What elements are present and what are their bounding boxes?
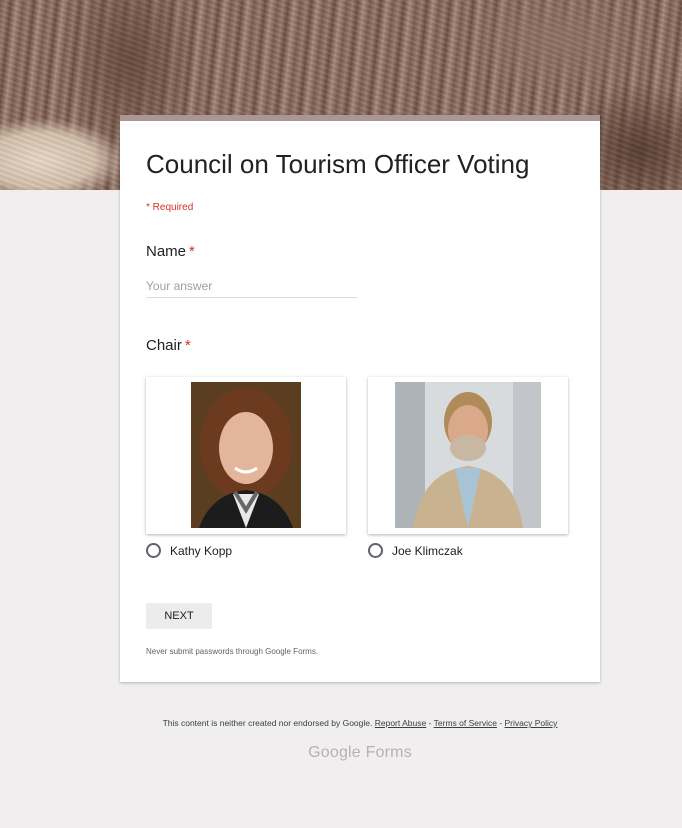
form-title: Council on Tourism Officer Voting xyxy=(146,149,530,179)
portrait-woman-icon xyxy=(191,382,301,528)
footer-separator: - xyxy=(496,718,505,728)
name-question-text: Name xyxy=(146,243,187,260)
name-answer-input[interactable] xyxy=(146,275,357,298)
google-forms-logo[interactable]: Google Forms xyxy=(0,744,682,762)
required-asterisk: * xyxy=(189,243,195,260)
report-abuse-link[interactable]: Report Abuse xyxy=(375,718,427,728)
forms-wordmark: Forms xyxy=(365,744,412,761)
form-card: Council on Tourism Officer Voting * Requ… xyxy=(120,115,600,682)
name-question-label: Name * xyxy=(146,243,195,260)
next-button[interactable]: NEXT xyxy=(146,603,212,629)
terms-of-service-link[interactable]: Terms of Service xyxy=(434,718,497,728)
option-row-kathy-kopp[interactable]: Kathy Kopp xyxy=(146,543,232,558)
option-label-kathy-kopp[interactable]: Kathy Kopp xyxy=(170,544,232,558)
google-wordmark: Google xyxy=(308,744,361,761)
portrait-man-icon xyxy=(395,382,541,528)
option-row-joe-klimczak[interactable]: Joe Klimczak xyxy=(368,543,463,558)
option-label-joe-klimczak[interactable]: Joe Klimczak xyxy=(392,544,463,558)
required-asterisk: * xyxy=(184,337,191,354)
password-warning: Never submit passwords through Google Fo… xyxy=(146,647,319,656)
chair-question-text: Chair xyxy=(146,337,182,354)
candidate-photo-joe-klimczak xyxy=(395,382,541,528)
radio-button-joe-klimczak[interactable] xyxy=(368,543,383,558)
footer-separator: - xyxy=(426,718,434,728)
candidate-photo-kathy-kopp xyxy=(191,382,301,528)
required-note: * Required xyxy=(146,202,194,213)
chair-question-label: Chair * xyxy=(146,337,191,354)
privacy-policy-link[interactable]: Privacy Policy xyxy=(505,718,558,728)
footer-disclaimer: This content is neither created nor endo… xyxy=(0,718,682,728)
option-image-card-joe-klimczak[interactable] xyxy=(368,377,568,534)
radio-button-kathy-kopp[interactable] xyxy=(146,543,161,558)
disclaimer-text: This content is neither created nor endo… xyxy=(162,718,373,728)
option-image-card-kathy-kopp[interactable] xyxy=(146,377,346,534)
